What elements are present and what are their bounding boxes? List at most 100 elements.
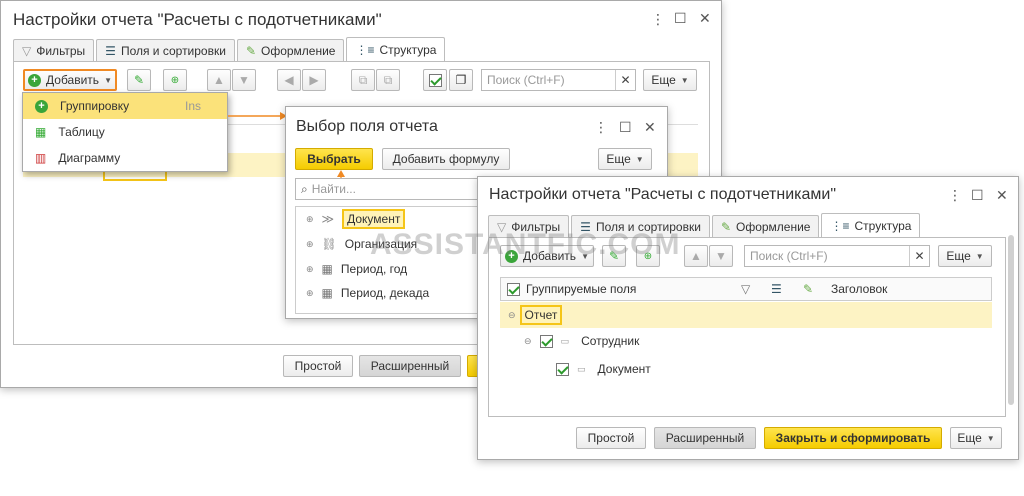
add-icon: + — [28, 73, 42, 87]
add-formula-button[interactable]: Добавить формулу — [382, 148, 510, 170]
chart-icon: ▥ — [35, 151, 47, 165]
collapse-icon[interactable]: ⊖ — [524, 336, 532, 347]
more-icon[interactable]: ⋮ — [948, 187, 962, 204]
move-left-button[interactable]: ◀ — [277, 69, 301, 91]
collapse-icon[interactable]: ⊖ — [508, 310, 516, 321]
menu-item-chart[interactable]: ▥ Диаграмму — [23, 145, 227, 171]
simple-label: Простой — [587, 431, 635, 445]
table-row[interactable]: ▭ Документ — [556, 362, 651, 376]
simple-label: Простой — [294, 359, 342, 373]
more-bottom-button[interactable]: Еще ▼ — [950, 427, 1002, 449]
table-row-report[interactable]: ⊖ Отчет — [500, 302, 992, 328]
column-grouped-fields: Группируемые поля — [526, 282, 637, 296]
tab-filters[interactable]: ▽ Фильтры — [13, 39, 95, 61]
list-item[interactable]: ⊕ ▦ Период, год — [306, 262, 407, 276]
chevron-down-icon: ▼ — [680, 75, 689, 85]
copy-button[interactable]: ❐ — [449, 69, 473, 91]
move-up-button[interactable]: ▲ — [207, 69, 231, 91]
close-icon[interactable]: ✕ — [996, 187, 1008, 204]
row-checkbox[interactable] — [556, 362, 569, 376]
field-icon: ▭ — [577, 363, 586, 374]
more-icon[interactable]: ⋮ — [651, 11, 665, 28]
move-down-button[interactable]: ▼ — [709, 245, 733, 267]
more-icon[interactable]: ⋮ — [594, 119, 608, 136]
field-icon: ▭ — [560, 335, 570, 346]
add-button[interactable]: + Добавить ▼ — [23, 69, 117, 91]
tab-label: Фильтры — [36, 43, 86, 58]
close-icon[interactable]: ✕ — [699, 10, 711, 27]
menu-shortcut: Ins — [185, 99, 202, 113]
filter-icon: ▽ — [741, 282, 751, 296]
advanced-label: Расширенный — [665, 431, 745, 445]
brush-icon: ✎ — [720, 219, 731, 234]
simple-mode-button[interactable]: Простой — [283, 355, 353, 377]
advanced-mode-button[interactable]: Расширенный — [654, 427, 756, 449]
more-label: Еще — [606, 152, 631, 166]
menu-item-label: Диаграмму — [58, 151, 121, 165]
scrollbar[interactable] — [1008, 235, 1014, 405]
more-button[interactable]: Еще ▼ — [938, 245, 992, 267]
ungroup-button[interactable]: ⧉ — [376, 69, 400, 91]
checklist-button[interactable] — [423, 69, 447, 91]
find-input[interactable]: ⌕ Найти... — [295, 178, 485, 200]
clear-icon[interactable]: ✕ — [615, 70, 635, 90]
add-group-icon: + — [35, 99, 48, 113]
maximize-icon[interactable]: ☐ — [971, 187, 984, 204]
close-icon[interactable]: ✕ — [644, 119, 656, 136]
menu-item-table[interactable]: ▦ Таблицу — [23, 119, 227, 145]
tab-design[interactable]: ✎ Оформление — [236, 39, 345, 61]
edit-button[interactable]: ✎ — [127, 69, 151, 91]
search-placeholder: Поиск (Ctrl+F) — [487, 73, 565, 87]
search-input[interactable]: Поиск (Ctrl+F) ✕ — [481, 69, 636, 91]
window-title: Настройки отчета "Расчеты с подотчетника… — [489, 186, 837, 203]
fields-icon: ☰ — [771, 282, 782, 296]
move-right-button[interactable]: ▶ — [302, 69, 326, 91]
move-up-button[interactable]: ▲ — [684, 245, 708, 267]
simple-mode-button[interactable]: Простой — [576, 427, 646, 449]
list-item[interactable]: ⊕ ▦ Период, декада — [306, 286, 429, 300]
watermark: ASSISTANTFIC.COM — [370, 228, 681, 261]
structure-icon: ⋮≡ — [830, 218, 850, 233]
list-item[interactable]: ⊕ ≫ Документ — [306, 209, 406, 229]
tab-label: Оформление — [736, 219, 811, 234]
group-button[interactable]: ⧉ — [351, 69, 375, 91]
add-label: Добавить — [46, 73, 100, 87]
select-label: Выбрать — [307, 152, 361, 166]
add-dropdown-menu: + Группировку Ins ▦ Таблицу ▥ Диаграмму — [22, 92, 228, 172]
expand-icon: ⊕ — [306, 263, 314, 274]
move-down-button[interactable]: ▼ — [232, 69, 256, 91]
more-button[interactable]: Еще ▼ — [643, 69, 697, 91]
more-button[interactable]: Еще ▼ — [598, 148, 652, 170]
maximize-icon[interactable]: ☐ — [619, 119, 632, 136]
tab-structure[interactable]: ⋮≡ Структура — [346, 37, 446, 61]
tab-structure[interactable]: ⋮≡ Структура — [821, 213, 921, 237]
search-input[interactable]: Поиск (Ctrl+F) ✕ — [744, 245, 930, 267]
advanced-mode-button[interactable]: Расширенный — [359, 355, 461, 377]
structure-icon: ⋮≡ — [355, 42, 375, 57]
add-field-button[interactable]: ⊕ — [163, 69, 187, 91]
search-placeholder: Поиск (Ctrl+F) — [750, 249, 828, 263]
maximize-icon[interactable]: ☐ — [674, 10, 687, 27]
header-checkbox[interactable] — [507, 282, 520, 296]
chevron-down-icon: ▼ — [975, 251, 984, 261]
link-icon: ⛓ — [321, 237, 337, 251]
brush-icon: ✎ — [245, 43, 256, 58]
tab-label: Оформление — [261, 43, 336, 58]
menu-item-grouping[interactable]: + Группировку Ins — [23, 93, 227, 119]
check-icon — [428, 73, 442, 87]
fields-icon: ☰ — [105, 43, 116, 58]
column-header-title: Заголовок — [831, 282, 888, 296]
clear-icon[interactable]: ✕ — [909, 246, 929, 266]
more-label: Еще — [946, 249, 971, 263]
add-formula-label: Добавить формулу — [392, 152, 500, 166]
tab-design[interactable]: ✎ Оформление — [711, 215, 820, 237]
table-row[interactable]: ⊖ ▭ Сотрудник — [524, 334, 639, 348]
menu-item-label: Группировку — [60, 99, 130, 113]
field-label: Период, декада — [340, 286, 430, 300]
select-button[interactable]: Выбрать — [295, 148, 373, 170]
row-checkbox[interactable] — [539, 334, 553, 348]
menu-item-label: Таблицу — [58, 125, 105, 139]
close-and-generate-button[interactable]: Закрыть и сформировать — [764, 427, 942, 449]
field-label: Период, год — [340, 262, 408, 276]
tab-fields-sorting[interactable]: ☰ Поля и сортировки — [96, 39, 235, 61]
